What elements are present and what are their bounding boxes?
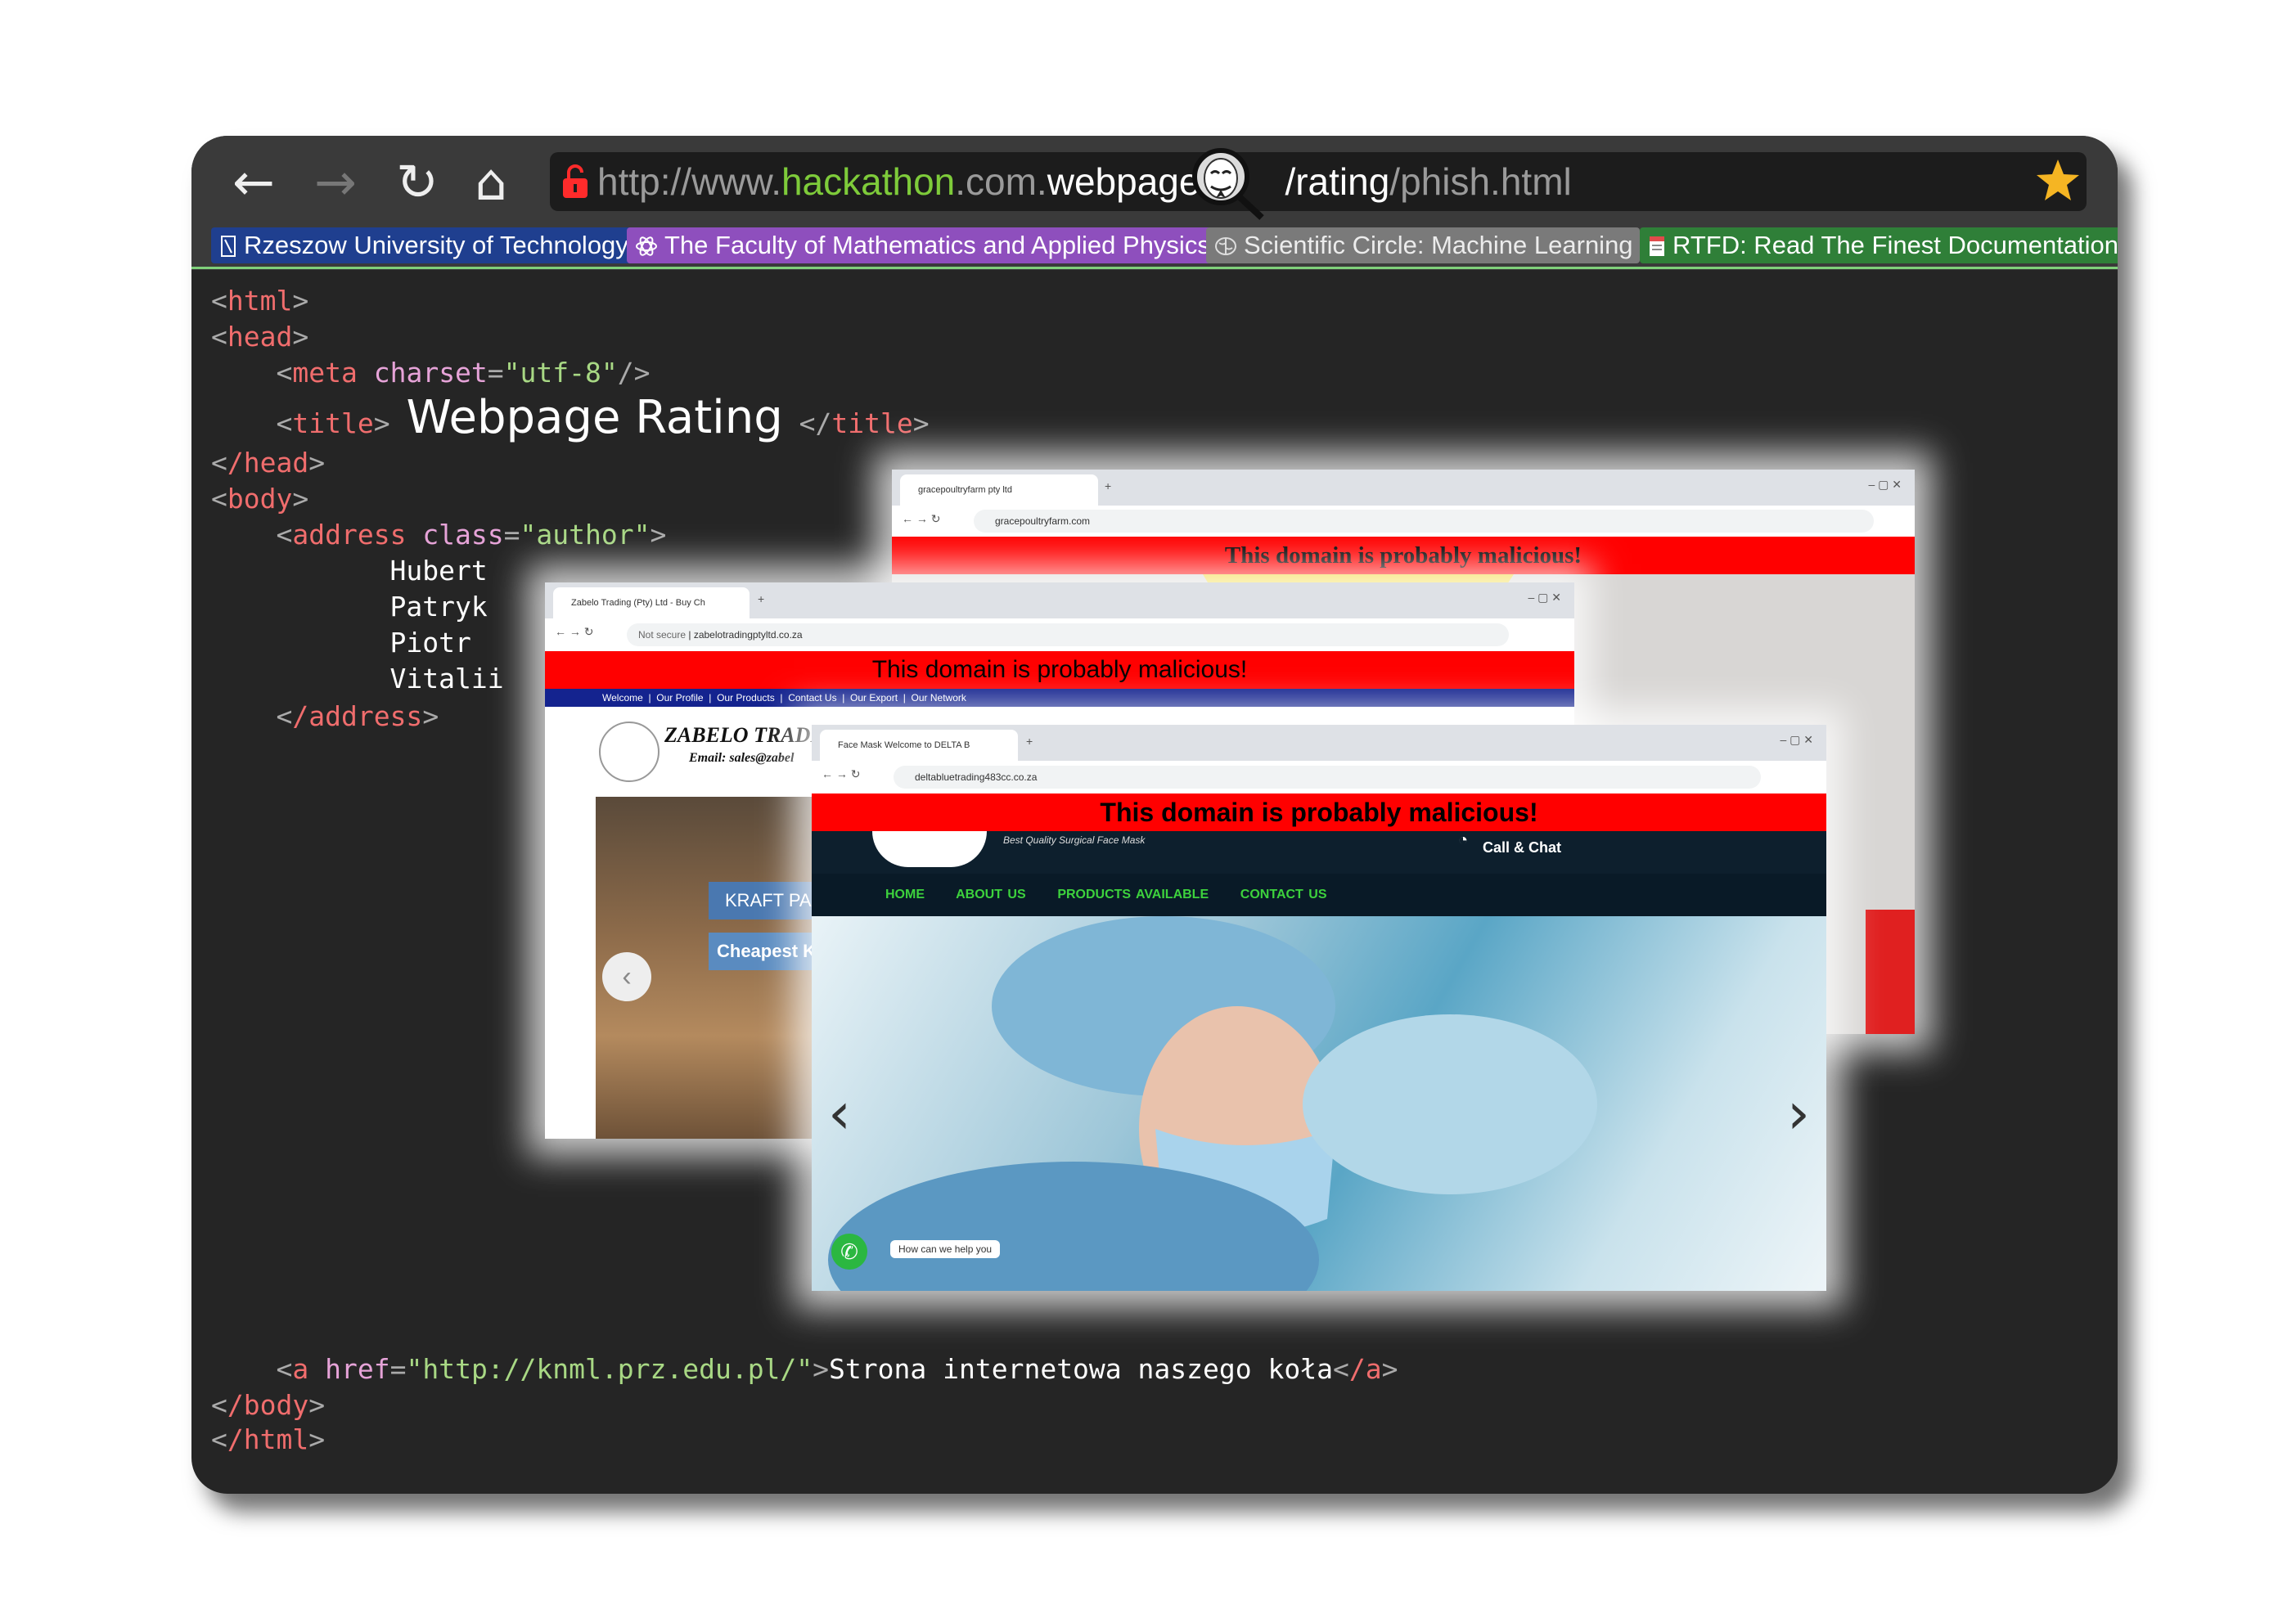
- nav-item[interactable]: CONTACT US: [1240, 888, 1327, 901]
- bookmark-rzeszow-university[interactable]: Rzeszow University of Technology: [211, 227, 635, 263]
- site-logo: [872, 831, 987, 867]
- site-nav: HOME ABOUT US PRODUCTS AVAILABLE CONTACT…: [812, 874, 1826, 916]
- nav-item[interactable]: ABOUT US: [956, 888, 1026, 901]
- tab-strip: gracepoultryfarm pty ltd + – ▢ ✕: [892, 470, 1915, 506]
- page-title: Webpage Rating: [406, 391, 783, 444]
- code-address-open: <address class="author">: [276, 519, 667, 551]
- nav-item[interactable]: Our Profile: [656, 692, 703, 704]
- omnibox[interactable]: gracepoultryfarm.com: [974, 510, 1874, 533]
- back-button[interactable]: ←: [221, 154, 286, 211]
- tab-zabelo[interactable]: Zabelo Trading (Pty) Ltd - Buy Ch: [553, 587, 750, 618]
- author-name: Patryk: [389, 591, 488, 623]
- browser-toolbar: ← → ↻ ⌂ http://www.hackathon.com.webpage…: [191, 136, 2118, 270]
- new-tab-icon[interactable]: +: [1105, 479, 1111, 492]
- company-name: ZABELO TRADI: [664, 723, 819, 747]
- forward-button[interactable]: →: [303, 154, 368, 211]
- code-html-open: <html>: [211, 285, 309, 317]
- link-text[interactable]: Strona internetowa naszego koła: [829, 1353, 1333, 1385]
- nav-item[interactable]: HOME: [885, 888, 925, 901]
- new-tab-icon[interactable]: +: [758, 592, 764, 605]
- whatsapp-icon: ◔: [1458, 831, 1469, 849]
- nav-arrows-icon[interactable]: ← → ↻: [555, 625, 594, 639]
- new-tab-icon[interactable]: +: [1026, 735, 1033, 748]
- window-controls-icon[interactable]: – ▢ ✕: [1780, 733, 1813, 747]
- url-text: http://www.hackathon.com.webpage/rating/…: [597, 160, 1572, 203]
- code-body-open: <body>: [211, 483, 309, 515]
- bookmark-faculty-mathematics[interactable]: The Faculty of Mathematics and Applied P…: [627, 227, 1217, 263]
- atom-icon: [636, 236, 657, 256]
- code-body-close: </body>: [211, 1389, 326, 1421]
- code-html-close: </html>: [211, 1423, 326, 1455]
- tab-strip: Face Mask Welcome to DELTA B + – ▢ ✕: [812, 725, 1826, 761]
- nav-item[interactable]: Our Export: [850, 692, 898, 704]
- carousel-next-icon[interactable]: ›: [1787, 1080, 1810, 1147]
- nav-item[interactable]: PRODUCTS AVAILABLE: [1057, 888, 1209, 901]
- author-name: Piotr: [389, 627, 471, 659]
- brain-icon: [1215, 237, 1236, 255]
- site-header: Best Quality Surgical Face Mask ◔ Call &…: [812, 831, 1826, 874]
- omnibox-row: ← → ↻ Not secure | zabelotradingptyltd.c…: [545, 618, 1574, 651]
- browser-window: ← → ↻ ⌂ http://www.hackathon.com.webpage…: [191, 136, 2118, 1494]
- bookmark-scientific-circle[interactable]: Scientific Circle: Machine Learning: [1206, 227, 1640, 263]
- surgeon-illustration: [828, 916, 1597, 1291]
- nav-item[interactable]: Our Products: [717, 692, 775, 704]
- company-email: Email: sales@zabel: [689, 751, 795, 765]
- carousel-prev-button[interactable]: ‹: [602, 952, 651, 1001]
- lock-icon: [563, 164, 588, 198]
- toolbar-divider: [191, 267, 2118, 269]
- star-icon[interactable]: [2034, 157, 2082, 205]
- bookmark-label: RTFD: Read The Finest Documentation: [1672, 231, 2118, 259]
- code-meta: <meta charset="utf-8"/>: [276, 357, 651, 389]
- nav-item[interactable]: Contact Us: [788, 692, 836, 704]
- window-controls-icon[interactable]: – ▢ ✕: [1868, 478, 1902, 492]
- window-controls-icon[interactable]: – ▢ ✕: [1528, 591, 1561, 605]
- nav-item[interactable]: Welcome: [602, 692, 643, 704]
- tab-strip: Zabelo Trading (Pty) Ltd - Buy Ch + – ▢ …: [545, 582, 1574, 618]
- nav-item[interactable]: Our Network: [912, 692, 966, 704]
- tab-gracepoultry[interactable]: gracepoultryfarm pty ltd: [900, 474, 1098, 506]
- author-name: Vitalii: [389, 663, 504, 695]
- bookmark-rtfd[interactable]: RTFD: Read The Finest Documentation: [1640, 227, 2118, 263]
- code-head-close: </head>: [211, 447, 326, 479]
- site-nav: Welcome | Our Profile | Our Products | C…: [545, 689, 1574, 707]
- author-name: Hubert: [389, 555, 488, 587]
- code-address-close: </address>: [276, 700, 439, 732]
- bookmark-icon: [221, 236, 236, 257]
- bookmark-label: Rzeszow University of Technology: [244, 231, 628, 259]
- malicious-warning-banner: This domain is probably malicious!: [812, 794, 1826, 831]
- bookmark-label: The Faculty of Mathematics and Applied P…: [664, 231, 1210, 259]
- whatsapp-chat-icon[interactable]: ✆: [831, 1234, 867, 1270]
- home-button[interactable]: ⌂: [458, 154, 524, 211]
- omnibox-row: ← → ↻ deltabluetrading483cc.co.za: [812, 761, 1826, 794]
- omnibox-row: ← → ↻ gracepoultryfarm.com: [892, 506, 1915, 537]
- bookmarks-bar: Rzeszow University of Technology The Fac…: [191, 221, 2118, 267]
- code-head-open: <head>: [211, 321, 309, 353]
- omnibox[interactable]: Not secure | zabelotradingptyltd.co.za: [627, 623, 1509, 646]
- call-chat-label[interactable]: Call & Chat: [1483, 839, 1561, 856]
- address-bar[interactable]: http://www.hackathon.com.webpage/rating/…: [550, 152, 2087, 211]
- tab-deltablue[interactable]: Face Mask Welcome to DELTA B: [820, 730, 1018, 761]
- company-logo: [599, 722, 660, 782]
- chat-prompt[interactable]: How can we help you: [890, 1240, 1001, 1258]
- malicious-warning-banner: This domain is probably malicious!: [892, 537, 1915, 574]
- document-icon: [1650, 236, 1664, 256]
- phishing-screenshot-deltablue: Face Mask Welcome to DELTA B + – ▢ ✕ ← →…: [812, 725, 1826, 1291]
- carousel-prev-icon[interactable]: ‹: [828, 1080, 851, 1147]
- hero-photo: ‹ › ✆ How can we help you: [812, 916, 1826, 1291]
- nav-arrows-icon[interactable]: ← → ↻: [822, 767, 861, 781]
- bookmark-label: Scientific Circle: Machine Learning: [1244, 231, 1633, 259]
- site-tagline: Best Quality Surgical Face Mask: [1003, 834, 1146, 846]
- nav-arrows-icon[interactable]: ← → ↻: [902, 512, 941, 526]
- code-title: <title> Webpage Rating </title>: [276, 391, 930, 444]
- reload-button[interactable]: ↻: [385, 154, 450, 211]
- malicious-warning-banner: This domain is probably malicious!: [545, 651, 1574, 689]
- code-link: <a href="http://knml.prz.edu.pl/">Strona…: [276, 1353, 1398, 1385]
- anonymous-mask-icon: [1192, 148, 1264, 220]
- omnibox[interactable]: deltabluetrading483cc.co.za: [894, 766, 1761, 789]
